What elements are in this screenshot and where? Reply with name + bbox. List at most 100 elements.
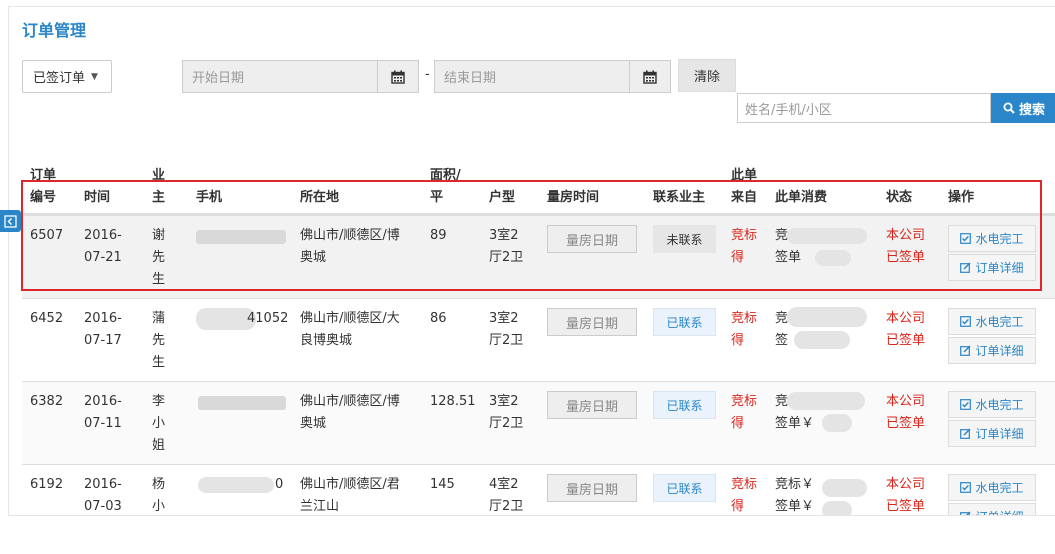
layout: 3室2 厅2卫	[489, 228, 524, 265]
redacted-amount	[822, 414, 852, 432]
col-header-contact-owner: 联系业主	[653, 190, 706, 205]
order-detail-label: 订单详细	[975, 427, 1024, 441]
redacted-phone	[198, 396, 286, 410]
redacted-amount	[787, 307, 867, 327]
order-date: 2016- 07-17	[84, 311, 122, 348]
col-header-source: 此单 来自	[731, 168, 758, 205]
search-input[interactable]: 姓名/手机/小区	[737, 93, 991, 123]
col-header-location: 所在地	[300, 190, 340, 205]
page-title: 订单管理	[22, 21, 87, 40]
phone-suffix: 0	[275, 477, 284, 492]
date-range-separator: -	[425, 67, 430, 82]
redacted-phone	[196, 230, 286, 244]
plumbing-complete-label: 水电完工	[975, 398, 1024, 412]
location: 佛山市/顺德区/博 奥城	[300, 228, 400, 265]
measure-date-button[interactable]: 量房日期	[547, 225, 637, 253]
order-no: 6192	[30, 477, 64, 492]
order-detail-button[interactable]: 订单详细	[948, 337, 1036, 364]
chevron-down-icon: ▼	[91, 71, 98, 82]
order-detail-label: 订单详细	[975, 508, 1023, 515]
redacted-phone	[198, 477, 274, 493]
plumbing-complete-button[interactable]: 水电完工	[948, 474, 1036, 501]
order-date: 2016- 07-03	[84, 477, 122, 514]
order-status: 本公司 已签单	[886, 311, 926, 348]
plumbing-complete-button[interactable]: 水电完工	[948, 391, 1036, 418]
plumbing-complete-label: 水电完工	[975, 315, 1024, 329]
plumbing-complete-label: 水电完工	[975, 232, 1024, 246]
order-date: 2016- 07-11	[84, 394, 122, 431]
order-no: 6452	[30, 311, 64, 326]
area: 89	[430, 228, 447, 243]
order-detail-button[interactable]: 订单详细	[948, 254, 1036, 281]
measure-date-button[interactable]: 量房日期	[547, 308, 637, 336]
search-button[interactable]: 搜索	[991, 93, 1055, 123]
location: 佛山市/顺德区/君 兰江山	[300, 477, 400, 514]
page-bottom-area	[0, 517, 1055, 554]
contact-status-button[interactable]: 未联系	[653, 225, 716, 253]
owner-name: 谢先生	[152, 228, 166, 287]
plumbing-complete-button[interactable]: 水电完工	[948, 225, 1036, 252]
order-status: 本公司 已签单	[886, 477, 926, 514]
checkbox-icon	[960, 399, 972, 410]
area: 145	[430, 477, 455, 492]
calendar-icon	[643, 70, 657, 84]
order-detail-button[interactable]: 订单详细	[948, 503, 1036, 515]
edit-icon	[960, 428, 972, 439]
checkbox-icon	[960, 233, 972, 244]
measure-date-button[interactable]: 量房日期	[547, 474, 637, 502]
order-no: 6382	[30, 394, 64, 409]
order-detail-button[interactable]: 订单详细	[948, 420, 1036, 447]
order-status: 本公司 已签单	[886, 394, 926, 431]
order-status-select[interactable]: 已签订单 ▼	[22, 60, 112, 93]
order-source: 竞标得	[731, 311, 758, 348]
contact-status-button[interactable]: 已联系	[653, 391, 716, 419]
table-row: 6192 2016- 07-03 杨小 0 佛山市/顺德区/君 兰江山 145 4室…	[22, 464, 1055, 515]
col-header-phone: 手机	[196, 190, 223, 205]
order-status: 本公司 已签单	[886, 228, 926, 265]
col-header-status: 状态	[886, 190, 913, 205]
checkbox-icon	[960, 316, 972, 327]
search-placeholder: 姓名/手机/小区	[745, 102, 832, 118]
contact-status-button[interactable]: 已联系	[653, 474, 716, 502]
end-date-placeholder: 结束日期	[444, 71, 497, 86]
contact-status-button[interactable]: 已联系	[653, 308, 716, 336]
plumbing-complete-button[interactable]: 水电完工	[948, 308, 1036, 335]
calendar-icon	[391, 70, 405, 84]
table-row: 6452 2016- 07-17 蒲先生 41052 佛山市/顺德区/大 良博奥城 …	[22, 298, 1055, 381]
checkbox-icon	[960, 482, 972, 493]
order-no: 6507	[30, 228, 64, 243]
table-row: 6382 2016- 07-11 李小姐 佛山市/顺德区/博 奥城 128.51 3…	[22, 381, 1055, 464]
owner-name: 杨小	[152, 477, 166, 514]
edit-icon	[960, 511, 972, 515]
redacted-amount	[794, 331, 850, 349]
col-header-consumption: 此单消费	[775, 190, 828, 205]
area: 128.51	[430, 394, 476, 409]
order-status-value: 已签订单	[33, 71, 86, 86]
end-date-input[interactable]: 结束日期	[434, 60, 630, 93]
layout: 3室2 厅2卫	[489, 394, 524, 431]
owner-name: 李小姐	[152, 394, 166, 453]
layout: 3室2 厅2卫	[489, 311, 524, 348]
order-source: 竞标得	[731, 228, 758, 265]
redacted-amount	[787, 228, 867, 244]
measure-date-button[interactable]: 量房日期	[547, 391, 637, 419]
end-date-calendar-button[interactable]	[630, 60, 671, 93]
location: 佛山市/顺德区/博 奥城	[300, 394, 400, 431]
order-detail-label: 订单详细	[975, 261, 1024, 275]
side-toggle-tab[interactable]	[0, 210, 21, 232]
col-header-order-no: 订单 编号	[30, 168, 57, 205]
plumbing-complete-label: 水电完工	[975, 481, 1024, 495]
start-date-input[interactable]: 开始日期	[182, 60, 378, 93]
edit-icon	[960, 262, 972, 273]
order-detail-label: 订单详细	[975, 344, 1024, 358]
clear-button[interactable]: 清除	[678, 59, 736, 92]
start-date-placeholder: 开始日期	[192, 71, 245, 86]
col-header-actions: 操作	[948, 190, 975, 205]
col-header-area: 面积/平	[430, 168, 461, 205]
col-header-owner: 业主	[152, 168, 166, 205]
start-date-calendar-button[interactable]	[378, 60, 419, 93]
consumption: 竞标￥ 签单￥	[775, 477, 815, 514]
col-header-measure-time: 量房时间	[547, 190, 600, 205]
search-button-label: 搜索	[1018, 102, 1045, 118]
col-header-time: 时间	[84, 190, 111, 205]
